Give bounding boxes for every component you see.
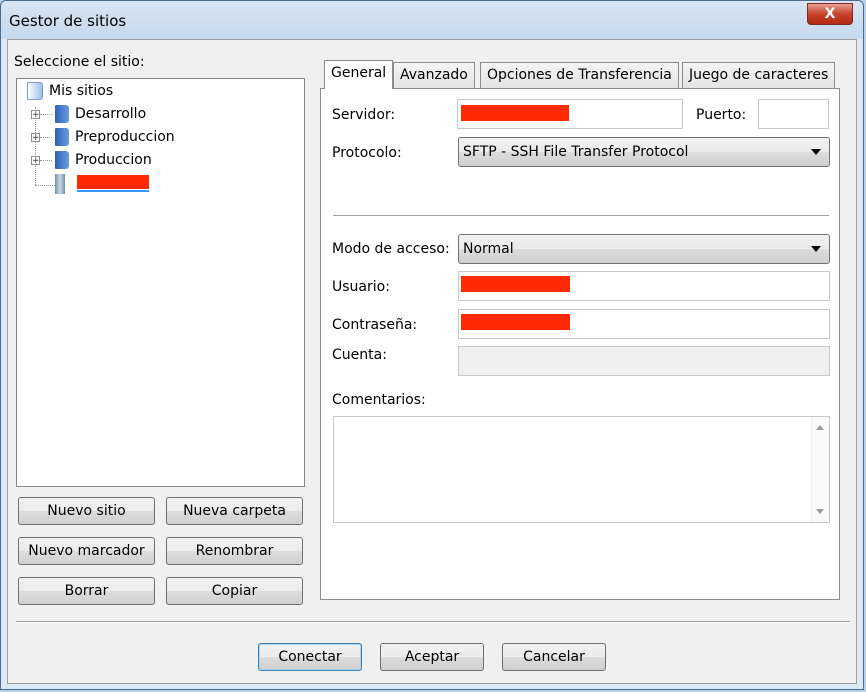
delete-button[interactable]: Borrar [18, 577, 155, 605]
separator [333, 215, 829, 217]
selection-highlight [77, 190, 149, 192]
site-tree[interactable]: Mis sitios + Desarrollo + Preproduccion … [16, 78, 305, 487]
tab-general[interactable]: General [324, 60, 394, 89]
server-icon [55, 174, 65, 194]
account-field[interactable] [458, 346, 830, 376]
redacted-user [461, 276, 570, 292]
port-label: Puerto: [696, 107, 747, 123]
password-label: Contraseña: [332, 317, 418, 333]
server-label: Servidor: [332, 107, 396, 123]
redacted-server [461, 105, 569, 121]
scroll-down-icon[interactable] [816, 509, 824, 514]
expand-icon[interactable]: + [31, 110, 40, 120]
redacted-password [461, 314, 570, 330]
site-manager-window: Gestor de sitios X Seleccione el sitio: … [0, 0, 864, 690]
comments-textarea[interactable] [333, 416, 830, 523]
access-mode-select[interactable]: Normal [458, 234, 830, 264]
close-button[interactable]: X [807, 3, 853, 25]
password-field[interactable] [458, 309, 830, 339]
expand-icon[interactable]: + [31, 133, 40, 143]
select-site-label: Seleccione el sitio: [14, 54, 145, 70]
protocol-label: Protocolo: [332, 145, 402, 161]
user-label: Usuario: [332, 279, 390, 295]
new-site-button[interactable]: Nuevo sitio [18, 497, 155, 525]
redacted-site-name [77, 175, 149, 189]
scroll-up-icon[interactable] [816, 425, 824, 430]
tree-node-root[interactable]: Mis sitios [27, 81, 113, 101]
expand-icon[interactable]: + [31, 156, 40, 166]
folder-icon [55, 105, 69, 123]
chevron-down-icon [811, 246, 821, 252]
cancel-button[interactable]: Cancelar [502, 643, 606, 671]
tab-transfer-options[interactable]: Opciones de Transferencia [480, 62, 679, 88]
tab-charset[interactable]: Juego de caracteres [682, 62, 836, 88]
access-mode-label: Modo de acceso: [332, 241, 450, 257]
window-title: Gestor de sitios [9, 12, 127, 30]
tree-label: Produccion [75, 152, 152, 168]
account-label: Cuenta: [332, 347, 387, 363]
protocol-value: SFTP - SSH File Transfer Protocol [463, 144, 689, 160]
copy-button[interactable]: Copiar [166, 577, 303, 605]
comments-label: Comentarios: [332, 392, 426, 408]
tree-node-selected-site[interactable] [55, 174, 73, 194]
server-field[interactable] [457, 99, 683, 129]
tree-label: Preproduccion [75, 129, 175, 145]
tab-advanced[interactable]: Avanzado [393, 62, 475, 88]
comments-scrollbar[interactable] [811, 417, 829, 522]
folder-icon [55, 128, 69, 146]
footer-separator [16, 621, 850, 623]
close-icon: X [824, 6, 836, 22]
tree-node-produccion[interactable]: Produccion [55, 150, 152, 170]
new-bookmark-button[interactable]: Nuevo marcador [18, 537, 155, 565]
title-bar[interactable]: Gestor de sitios X [1, 1, 863, 39]
user-field[interactable] [458, 271, 830, 301]
tree-label-root: Mis sitios [49, 83, 114, 99]
general-tab-panel: Servidor: Puerto: Protocolo: SFTP - SSH … [320, 88, 840, 600]
port-field[interactable] [758, 99, 829, 129]
open-folder-icon [27, 82, 43, 100]
access-mode-value: Normal [463, 241, 514, 257]
folder-icon [55, 151, 69, 169]
accept-button[interactable]: Aceptar [380, 643, 484, 671]
tree-node-preproduccion[interactable]: Preproduccion [55, 127, 175, 147]
tree-label: Desarrollo [75, 106, 147, 122]
protocol-select[interactable]: SFTP - SSH File Transfer Protocol [458, 137, 830, 167]
connect-button[interactable]: Conectar [258, 643, 362, 671]
tree-node-desarrollo[interactable]: Desarrollo [55, 104, 146, 124]
dialog-client-area: Seleccione el sitio: Mis sitios + Desarr… [7, 39, 857, 684]
rename-button[interactable]: Renombrar [166, 537, 303, 565]
chevron-down-icon [811, 149, 821, 155]
new-folder-button[interactable]: Nueva carpeta [166, 497, 303, 525]
